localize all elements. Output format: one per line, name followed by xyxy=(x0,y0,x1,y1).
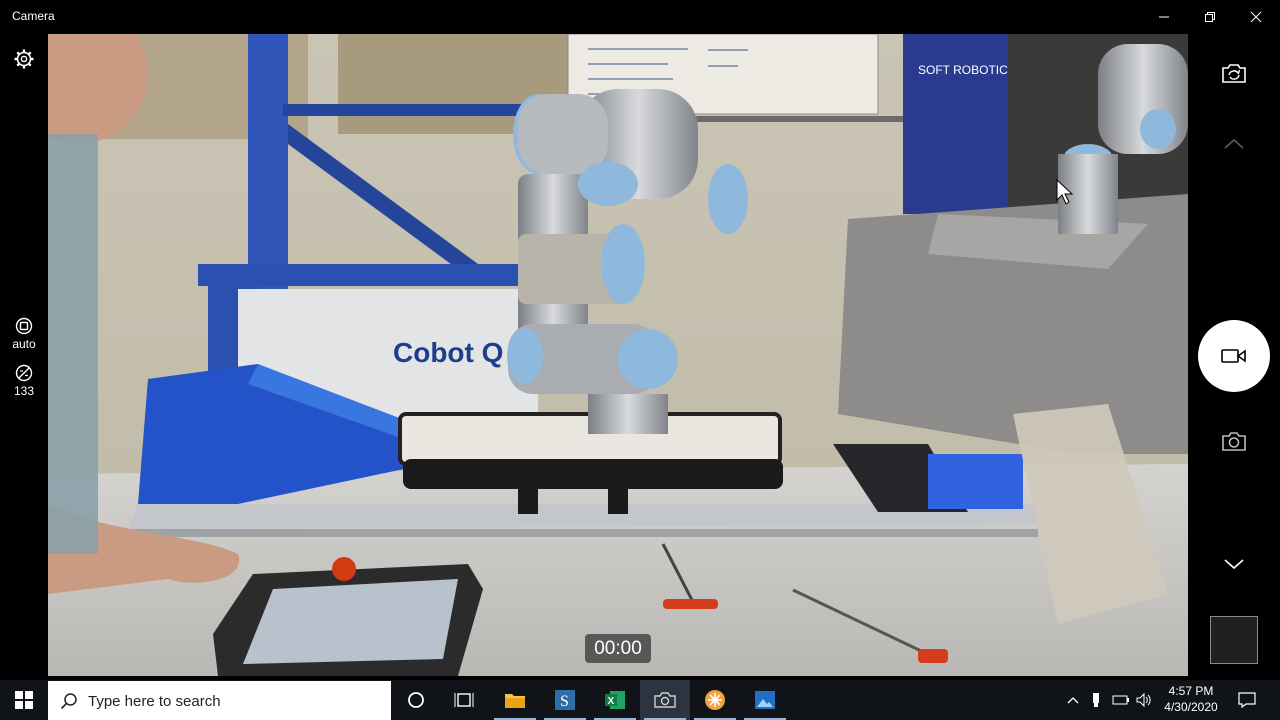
excel-icon: X xyxy=(605,691,625,709)
action-center-button[interactable] xyxy=(1232,680,1262,720)
minimize-icon xyxy=(1159,16,1169,18)
clock-date: 4/30/2020 xyxy=(1164,700,1218,714)
person-arm xyxy=(48,134,98,554)
battery-icon xyxy=(1112,695,1129,705)
mode-up-button[interactable] xyxy=(1188,138,1280,150)
cobot-banner-text: Cobot Q xyxy=(393,337,503,368)
camera-preview[interactable]: SOFT ROBOTICS Cobot Q xyxy=(48,34,1188,676)
chevron-up-icon xyxy=(1224,138,1244,149)
svg-text:S: S xyxy=(560,693,569,710)
hex-key xyxy=(663,599,718,609)
brightness-icon xyxy=(15,364,33,382)
windows-logo-icon xyxy=(15,691,33,709)
restore-button[interactable] xyxy=(1187,0,1233,34)
orange-app-icon xyxy=(705,690,725,710)
video-camera-icon xyxy=(1221,349,1246,363)
settings-button[interactable] xyxy=(0,48,48,70)
exposure-auto-button[interactable]: auto xyxy=(0,317,48,351)
photos-button[interactable] xyxy=(740,680,790,720)
close-button[interactable] xyxy=(1233,0,1279,34)
sourcetree-icon: S xyxy=(555,690,575,710)
excel-button[interactable]: X xyxy=(590,680,640,720)
tray-usb-button[interactable] xyxy=(1086,680,1106,720)
aperture-icon xyxy=(15,317,33,335)
orange-app-button[interactable] xyxy=(690,680,740,720)
soft-robotics-banner xyxy=(903,34,1018,214)
chevron-up-icon xyxy=(1067,697,1079,704)
switch-camera-button[interactable] xyxy=(1188,60,1280,86)
blue-frame xyxy=(248,34,288,294)
close-icon xyxy=(1250,11,1262,23)
file-explorer-button[interactable] xyxy=(490,680,540,720)
search-placeholder: Type here to search xyxy=(88,693,221,710)
task-view-button[interactable] xyxy=(440,680,488,720)
window-title: Camera xyxy=(12,9,55,23)
taskbar-clock[interactable]: 4:57 PM 4/30/2020 xyxy=(1150,683,1232,715)
title-bar: Camera xyxy=(0,0,1280,34)
robot-base xyxy=(588,394,668,434)
exposure-label: auto xyxy=(12,337,36,351)
gear-icon xyxy=(14,49,34,69)
restore-icon xyxy=(1205,12,1215,22)
show-hidden-icons-button[interactable] xyxy=(1062,680,1084,720)
start-button[interactable] xyxy=(0,680,48,720)
emergency-stop xyxy=(332,557,356,581)
soft-robotics-text: SOFT ROBOTICS xyxy=(918,63,1016,77)
taskbar-search-box[interactable]: Type here to search xyxy=(48,681,391,720)
clock-time: 4:57 PM xyxy=(1168,684,1214,698)
camera-switch-icon xyxy=(1222,64,1246,83)
usb-device-icon xyxy=(1093,693,1099,707)
photo-mode-button[interactable] xyxy=(1188,430,1280,452)
mode-down-button[interactable] xyxy=(1188,558,1280,570)
photos-icon xyxy=(755,691,775,709)
search-icon xyxy=(60,693,77,710)
sourcetree-button[interactable]: S xyxy=(540,680,590,720)
cortana-button[interactable] xyxy=(392,680,440,720)
record-video-button[interactable] xyxy=(1198,320,1270,392)
notification-icon xyxy=(1238,692,1256,708)
svg-text:X: X xyxy=(608,696,615,707)
brightness-value: 133 xyxy=(13,384,35,398)
chevron-down-icon xyxy=(1224,559,1244,570)
camera-app-button[interactable] xyxy=(640,680,690,720)
photo-camera-icon xyxy=(1222,432,1246,451)
camera-scene: SOFT ROBOTICS Cobot Q xyxy=(48,34,1188,676)
folder-icon xyxy=(505,694,525,708)
last-capture-thumbnail[interactable] xyxy=(1210,616,1258,664)
minimize-button[interactable] xyxy=(1141,0,1187,34)
cortana-icon xyxy=(408,692,424,708)
brightness-button[interactable]: 133 xyxy=(0,364,48,398)
left-rail: auto 133 xyxy=(0,34,48,676)
recording-timer: 00:00 xyxy=(585,634,651,663)
camera-app-icon xyxy=(654,692,676,708)
task-view-icon xyxy=(454,693,474,707)
battery-button[interactable] xyxy=(1110,680,1132,720)
